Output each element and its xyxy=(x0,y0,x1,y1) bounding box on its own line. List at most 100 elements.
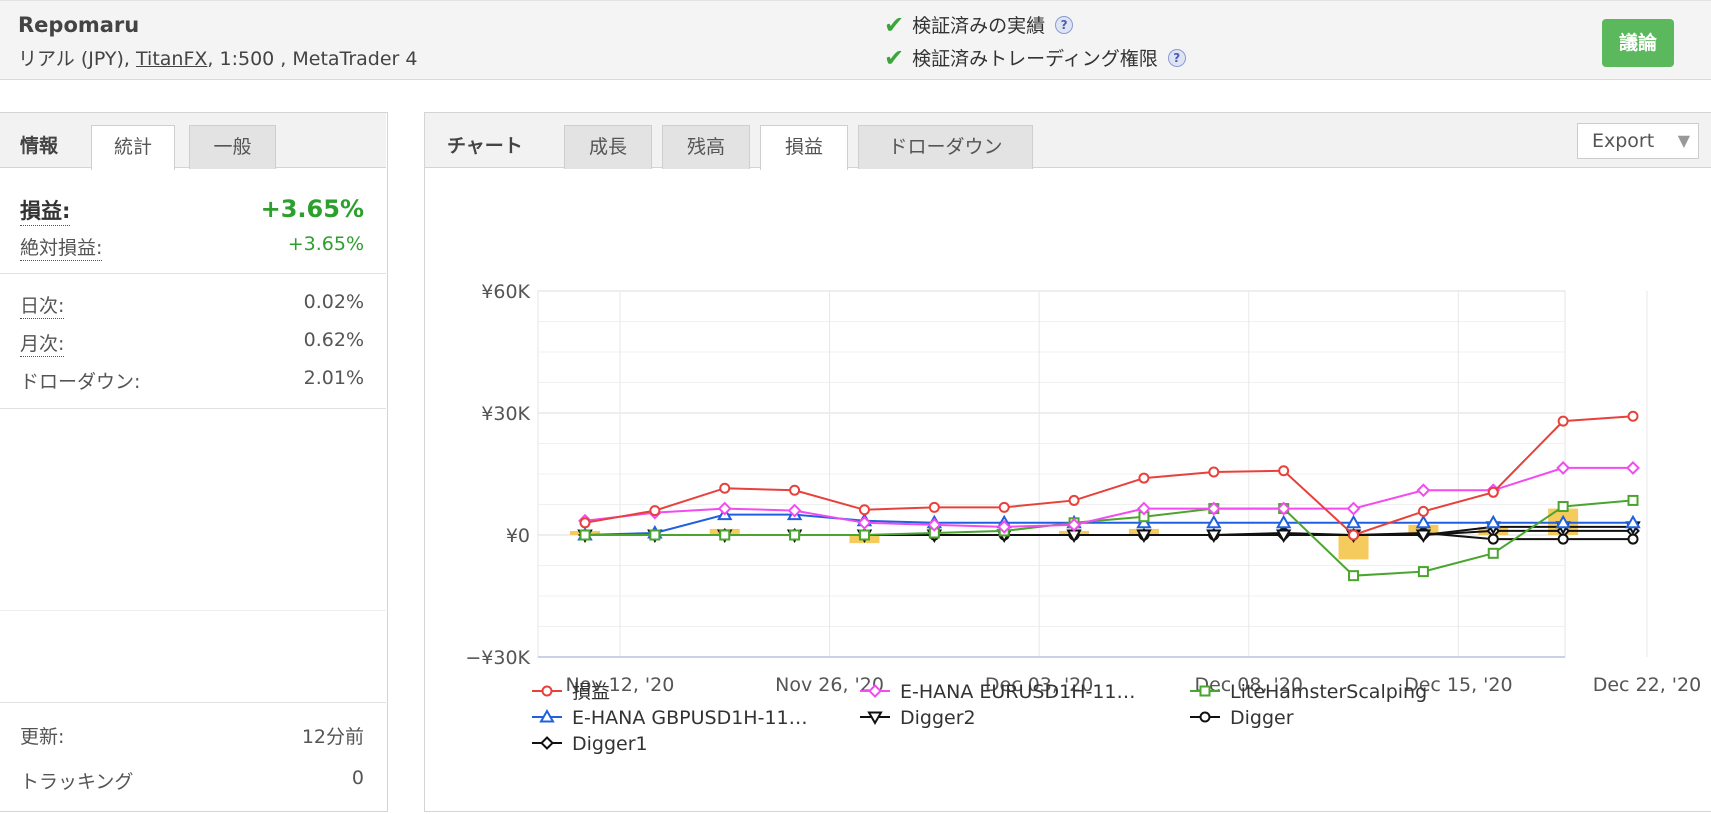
point-marker xyxy=(1068,494,1080,506)
point-marker xyxy=(789,484,801,496)
verified-track-record: ✔ 検証済みの実績 ? xyxy=(884,10,1074,39)
point-marker xyxy=(1487,486,1499,498)
export-dropdown[interactable]: Export ▼ xyxy=(1577,123,1699,159)
point-marker xyxy=(540,736,554,750)
monthly-label: 月次: xyxy=(20,329,65,357)
divider xyxy=(0,273,386,274)
point-marker xyxy=(1487,533,1499,545)
y-tick-label: ¥30K xyxy=(481,403,530,425)
point-marker xyxy=(1557,533,1569,545)
chevron-down-icon: ▼ xyxy=(1677,131,1690,150)
y-tick-label: −¥30K xyxy=(465,647,530,669)
absolute-gain-value: +3.65% xyxy=(287,233,364,255)
chart-panel-title: チャート xyxy=(447,135,523,157)
checkmark-icon: ✔ xyxy=(884,10,905,39)
point-marker xyxy=(1138,472,1150,484)
chart-panel: チャート 成長 残高 損益 ドローダウン Export ▼ ¥60K ¥30K ¥0… xyxy=(424,112,1711,812)
updated-value: 12分前 xyxy=(301,726,364,748)
point-marker xyxy=(1557,415,1569,427)
account-name: Repomaru xyxy=(18,13,140,37)
point-marker xyxy=(1417,505,1429,517)
point-marker xyxy=(928,501,940,513)
chart-tabbar: チャート 成長 残高 損益 ドローダウン Export ▼ xyxy=(425,113,1711,170)
x-tick-label: Dec 22, '20 xyxy=(1593,674,1701,696)
info-panel: 情報 統計 一般 損益: +3.65% 絶対損益: +3.65% 日次: 0.0… xyxy=(0,112,388,812)
legend-label: 損益 xyxy=(572,681,610,703)
point-marker xyxy=(1626,460,1640,475)
point-marker xyxy=(649,505,661,517)
drawdown-value: 2.01% xyxy=(303,367,364,389)
point-marker xyxy=(541,685,553,697)
stat-tracking: トラッキング 0 xyxy=(20,767,364,795)
gain-value: +3.65% xyxy=(260,195,364,223)
point-marker xyxy=(1627,533,1639,545)
legend-item: Digger xyxy=(1190,707,1294,729)
legend-label: E-HANA EURUSD1H-11… xyxy=(900,681,1136,703)
point-marker xyxy=(1627,410,1639,422)
account-header: Repomaru リアル (JPY), TitanFX, 1:500 , Met… xyxy=(0,0,1711,80)
tab-drawdown[interactable]: ドローダウン xyxy=(858,125,1033,169)
point-marker xyxy=(1487,547,1499,559)
point-marker xyxy=(1348,570,1360,582)
account-leverage-platform: , 1:500 , MetaTrader 4 xyxy=(207,48,418,70)
legend-item: E-HANA GBPUSD1H-11… xyxy=(532,707,808,729)
daily-value: 0.02% xyxy=(303,291,364,313)
legend-label: LiteHamsterScalping xyxy=(1230,681,1427,703)
legend-item: Digger1 xyxy=(532,733,648,755)
y-tick-label: ¥60K xyxy=(481,281,530,303)
help-icon[interactable]: ? xyxy=(1055,15,1074,34)
point-marker xyxy=(1627,494,1639,506)
point-marker xyxy=(649,529,661,541)
verified-trading-privileges: ✔ 検証済みトレーディング権限 ? xyxy=(884,44,1186,71)
legend-label: Digger2 xyxy=(900,707,976,729)
tab-balance[interactable]: 残高 xyxy=(662,125,750,169)
chart-grid xyxy=(537,290,1648,658)
gain-label: 損益: xyxy=(20,195,71,226)
tab-stats[interactable]: 統計 xyxy=(91,125,175,170)
legend-label: Digger xyxy=(1230,707,1294,729)
account-details: リアル (JPY), TitanFX, 1:500 , MetaTrader 4 xyxy=(18,44,418,71)
help-icon[interactable]: ? xyxy=(1167,48,1186,67)
info-tabbar: 情報 統計 一般 xyxy=(0,113,386,170)
verified-trading-privileges-label: 検証済みトレーディング権限 xyxy=(912,48,1158,70)
x-tick-label: Nov 26, '20 xyxy=(775,674,884,696)
point-marker xyxy=(1557,501,1569,513)
point-marker xyxy=(858,529,870,541)
point-marker xyxy=(1348,529,1360,541)
legend-item: E-HANA EURUSD1H-11… xyxy=(860,681,1136,703)
divider xyxy=(0,702,386,703)
point-marker xyxy=(579,529,591,541)
stat-monthly: 月次: 0.62% xyxy=(20,329,364,357)
stat-daily: 日次: 0.02% xyxy=(20,291,364,319)
divider xyxy=(0,610,386,611)
stat-gain: 損益: +3.65% xyxy=(20,195,364,226)
profit-chart: ¥60K¥30K¥0−¥30K Nov 12, '20 Nov 26, '20 De… xyxy=(465,281,1701,755)
tracking-value: 0 xyxy=(351,767,364,789)
point-marker xyxy=(998,501,1010,513)
point-marker xyxy=(1417,566,1429,578)
export-label: Export xyxy=(1592,130,1655,152)
updated-label: 更新: xyxy=(20,726,65,748)
tab-profit[interactable]: 損益 xyxy=(760,125,848,170)
point-marker xyxy=(858,504,870,516)
point-marker xyxy=(579,517,591,529)
point-marker xyxy=(719,529,731,541)
stat-absolute-gain: 絶対損益: +3.65% xyxy=(20,233,364,261)
verified-track-record-label: 検証済みの実績 xyxy=(912,15,1046,37)
divider xyxy=(0,408,386,409)
checkmark-icon: ✔ xyxy=(884,43,905,72)
broker-link[interactable]: TitanFX xyxy=(136,48,207,70)
y-tick-label: ¥0 xyxy=(506,525,530,547)
stat-drawdown: ドローダウン: 2.01% xyxy=(20,367,364,395)
tab-general[interactable]: 一般 xyxy=(189,125,276,169)
legend-label: Digger1 xyxy=(572,733,648,755)
point-marker xyxy=(789,529,801,541)
point-marker xyxy=(1199,711,1211,723)
legend-label: E-HANA GBPUSD1H-11… xyxy=(572,707,808,729)
absolute-gain-label: 絶対損益: xyxy=(20,233,103,261)
tab-growth[interactable]: 成長 xyxy=(564,125,652,169)
point-marker xyxy=(1199,685,1211,697)
discuss-button[interactable]: 議論 xyxy=(1602,19,1674,67)
legend-item: Digger2 xyxy=(860,707,976,729)
account-type: リアル (JPY), xyxy=(18,48,137,70)
